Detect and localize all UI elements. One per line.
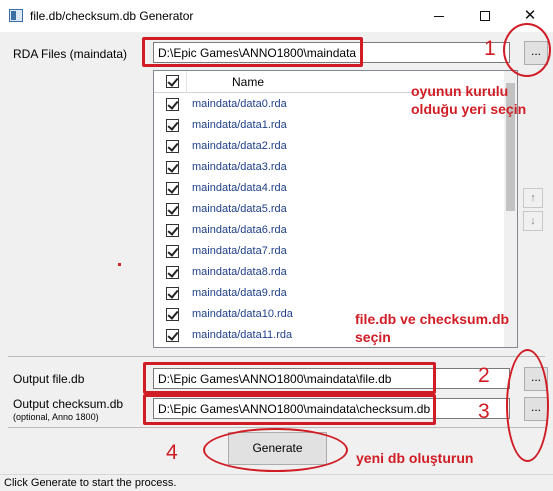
file-name: maindata/data1.rda (192, 119, 287, 131)
file-checkbox[interactable] (166, 329, 179, 342)
annotation-output-box (143, 362, 436, 394)
annotation-browse-circle-1 (503, 23, 551, 77)
output-checksum-sublabel: (optional, Anno 1800) (13, 412, 99, 422)
list-item[interactable]: maindata/data8.rda (154, 262, 506, 283)
maximize-button[interactable] (462, 0, 508, 32)
annotation-note-1-line-1: oyunun kurulu (411, 83, 509, 99)
stray-dot (118, 263, 121, 266)
file-checkbox[interactable] (166, 98, 179, 111)
file-checkbox[interactable] (166, 266, 179, 279)
annotation-number-2: 2 (478, 364, 490, 387)
annotation-number-1: 1 (484, 37, 496, 60)
app-icon (9, 9, 23, 22)
file-name: maindata/data11.rda (192, 329, 293, 341)
annotation-number-3: 3 (478, 400, 490, 423)
list-item[interactable]: maindata/data2.rda (154, 136, 506, 157)
file-name: maindata/data10.rda (192, 308, 293, 320)
list-item[interactable]: maindata/data12.rda (154, 346, 506, 347)
header-divider (186, 71, 187, 93)
annotation-checksum-box (143, 394, 436, 425)
annotation-note-select-db: file.db ve checksum.db seçin (355, 310, 509, 346)
file-name: maindata/data2.rda (192, 140, 287, 152)
annotation-note-2-line-1: file.db ve checksum.db (355, 311, 510, 327)
window-title: file.db/checksum.db Generator (30, 9, 194, 23)
annotation-rda-box (142, 37, 363, 67)
output-file-label: Output file.db (13, 372, 85, 386)
file-name: maindata/data8.rda (192, 266, 287, 278)
file-name: maindata/data3.rda (192, 161, 287, 173)
move-up-button[interactable]: ↑ (523, 188, 543, 208)
title-bar: file.db/checksum.db Generator ✕ (0, 0, 553, 32)
separator-top (8, 356, 545, 357)
status-bar: Click Generate to start the process. (0, 474, 553, 491)
list-item[interactable]: maindata/data9.rda (154, 283, 506, 304)
list-item[interactable]: maindata/data3.rda (154, 157, 506, 178)
minimize-button[interactable] (416, 0, 462, 32)
file-checkbox[interactable] (166, 161, 179, 174)
annotation-note-create-db: yeni db oluşturun (356, 450, 474, 466)
file-name: maindata/data7.rda (192, 245, 287, 257)
close-icon: ✕ (523, 7, 537, 24)
file-checkbox[interactable] (166, 308, 179, 321)
list-item[interactable]: maindata/data5.rda (154, 199, 506, 220)
file-name: maindata/data9.rda (192, 287, 287, 299)
file-checkbox[interactable] (166, 287, 179, 300)
file-name: maindata/data4.rda (192, 182, 287, 194)
annotation-generate-circle (203, 428, 348, 472)
minimize-icon (434, 16, 444, 17)
arrow-down-icon: ↓ (530, 215, 536, 227)
select-all-checkbox[interactable] (166, 75, 179, 88)
output-checksum-label: Output checksum.db (13, 397, 124, 411)
annotation-note-1-line-2: olduğu yeri seçin (411, 101, 527, 117)
file-checkbox[interactable] (166, 224, 179, 237)
file-checkbox[interactable] (166, 203, 179, 216)
status-text: Click Generate to start the process. (4, 477, 177, 489)
file-name: maindata/data5.rda (192, 203, 287, 215)
list-item[interactable]: maindata/data7.rda (154, 241, 506, 262)
file-name: maindata/data0.rda (192, 98, 287, 110)
list-item[interactable]: maindata/data4.rda (154, 178, 506, 199)
file-checkbox[interactable] (166, 245, 179, 258)
name-column-header[interactable]: Name (232, 75, 264, 89)
arrow-up-icon: ↑ (530, 192, 536, 204)
file-checkbox[interactable] (166, 182, 179, 195)
annotation-browse-circle-2 (506, 349, 549, 462)
list-item[interactable]: maindata/data6.rda (154, 220, 506, 241)
annotation-note-2-line-2: seçin (355, 329, 391, 345)
maximize-icon (480, 11, 490, 21)
file-name: maindata/data6.rda (192, 224, 287, 236)
file-checkbox[interactable] (166, 140, 179, 153)
move-down-button[interactable]: ↓ (523, 211, 543, 231)
list-item[interactable]: maindata/data1.rda (154, 115, 506, 136)
rda-files-label: RDA Files (maindata) (13, 47, 128, 61)
file-checkbox[interactable] (166, 119, 179, 132)
annotation-number-4: 4 (166, 441, 178, 464)
annotation-note-install-location: oyunun kurulu olduğu yeri seçin (411, 82, 526, 118)
